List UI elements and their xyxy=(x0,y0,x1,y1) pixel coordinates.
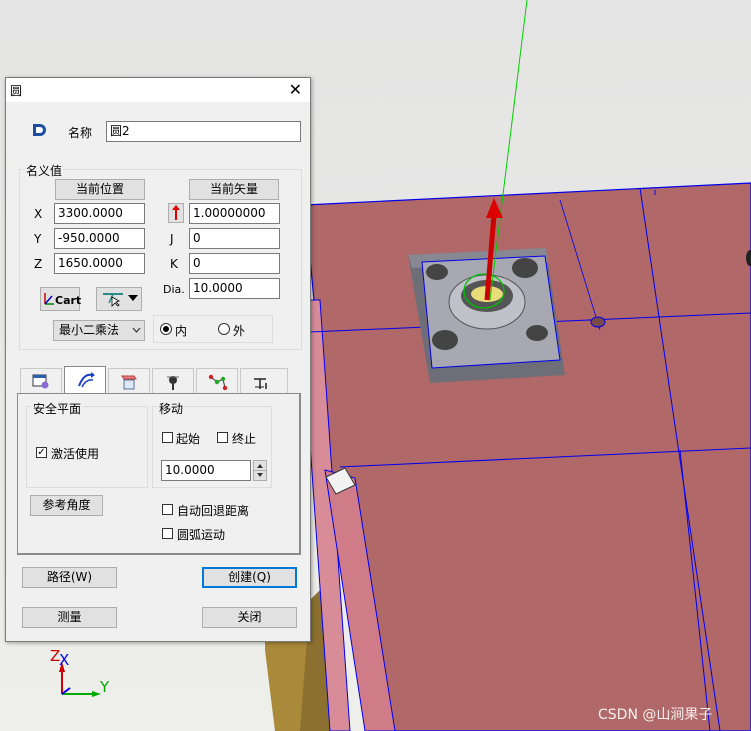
z-label: Z xyxy=(34,257,43,271)
outer-label: 外 xyxy=(233,324,246,338)
y-input[interactable]: -950.0000 xyxy=(54,228,145,249)
chevron-down-icon xyxy=(128,295,138,301)
tab-plane[interactable] xyxy=(108,368,150,394)
name-input[interactable]: 圆2 xyxy=(106,121,301,142)
settings-window-icon xyxy=(32,374,49,389)
start-checkbox[interactable] xyxy=(162,432,173,443)
move-label: 移动 xyxy=(158,400,185,417)
end-checkbox[interactable] xyxy=(217,432,228,443)
probe-menu-button[interactable] xyxy=(96,287,142,311)
dia-input[interactable]: 10.0000 xyxy=(189,278,280,299)
k-input[interactable]: 0 xyxy=(189,253,280,274)
tab-probe[interactable] xyxy=(152,368,194,394)
watermark: CSDN @山涧果子 xyxy=(598,707,713,723)
name-label: 名称 xyxy=(68,126,93,140)
tab-points[interactable] xyxy=(196,368,238,394)
current-vector-button[interactable]: 当前矢量 xyxy=(189,179,279,200)
dia-label: Dia. xyxy=(163,283,185,296)
activate-label: 激活使用 xyxy=(51,447,100,461)
path-button[interactable]: 路径(W) xyxy=(22,567,117,588)
close-icon[interactable]: ✕ xyxy=(289,80,302,99)
inner-label: 内 xyxy=(175,324,188,338)
axis-y-label: Y xyxy=(100,678,110,696)
reference-angle-button[interactable]: 参考角度 xyxy=(30,495,103,516)
measure-button[interactable]: 测量 xyxy=(22,607,117,628)
probe-pointer-icon xyxy=(103,293,123,307)
cart-axes-icon xyxy=(44,293,54,305)
retract-icon xyxy=(254,378,267,389)
z-input[interactable]: 1650.0000 xyxy=(54,253,145,274)
start-label: 起始 xyxy=(176,432,201,446)
tab-move-path[interactable] xyxy=(64,366,106,394)
title-bar: 圆 ✕ xyxy=(6,78,310,102)
tab-advanced[interactable] xyxy=(240,368,288,394)
axis-x-label: X xyxy=(59,651,70,669)
cart-label: Cart xyxy=(55,294,82,307)
tab-general[interactable] xyxy=(20,368,62,394)
create-button[interactable]: 创建(Q) xyxy=(202,567,297,588)
safe-plane-label: 安全平面 xyxy=(32,400,83,417)
vector-arrow-icon[interactable] xyxy=(168,203,184,223)
k-label: K xyxy=(170,257,178,271)
path-motion-icon xyxy=(78,372,95,388)
dropdown-arrow-icon xyxy=(132,327,141,333)
arc-move-checkbox[interactable] xyxy=(162,528,173,539)
j-label: J xyxy=(170,232,174,246)
circle-dialog: 圆 ✕ 名称 圆2 名义值 当前位置 当前矢量 X 3300.0000 Y -9… xyxy=(5,77,311,642)
nominal-label: 名义值 xyxy=(25,162,64,179)
fixture-block xyxy=(408,248,565,383)
dialog-title: 圆 xyxy=(10,84,23,98)
inner-radio[interactable] xyxy=(160,323,172,335)
outer-radio[interactable] xyxy=(218,323,230,335)
x-label: X xyxy=(34,207,43,221)
plane-icon xyxy=(121,375,137,390)
spinner-arrows-icon xyxy=(254,464,266,477)
x-input[interactable]: 3300.0000 xyxy=(54,203,145,224)
end-label: 终止 xyxy=(232,432,257,446)
activate-checkbox[interactable]: ✓ xyxy=(36,447,47,458)
auto-retract-checkbox[interactable] xyxy=(162,504,173,515)
move-distance-spinner[interactable] xyxy=(253,460,267,481)
fit-method-value: 最小二乘法 xyxy=(59,323,120,337)
circle-feature-icon xyxy=(33,124,46,136)
points-icon xyxy=(208,374,228,391)
y-label: Y xyxy=(34,232,42,246)
probe-icon xyxy=(167,376,179,390)
i-input[interactable]: 1.00000000 xyxy=(189,203,280,224)
arc-move-label: 圆弧运动 xyxy=(177,528,226,542)
cart-button[interactable]: Cart xyxy=(40,287,82,311)
move-distance-input[interactable]: 10.0000 xyxy=(161,460,251,481)
auto-retract-label: 自动回退距离 xyxy=(177,504,250,518)
current-position-button[interactable]: 当前位置 xyxy=(55,179,145,200)
j-input[interactable]: 0 xyxy=(189,228,280,249)
fit-method-select[interactable]: 最小二乘法 xyxy=(53,320,145,341)
close-button[interactable]: 关闭 xyxy=(202,607,297,628)
